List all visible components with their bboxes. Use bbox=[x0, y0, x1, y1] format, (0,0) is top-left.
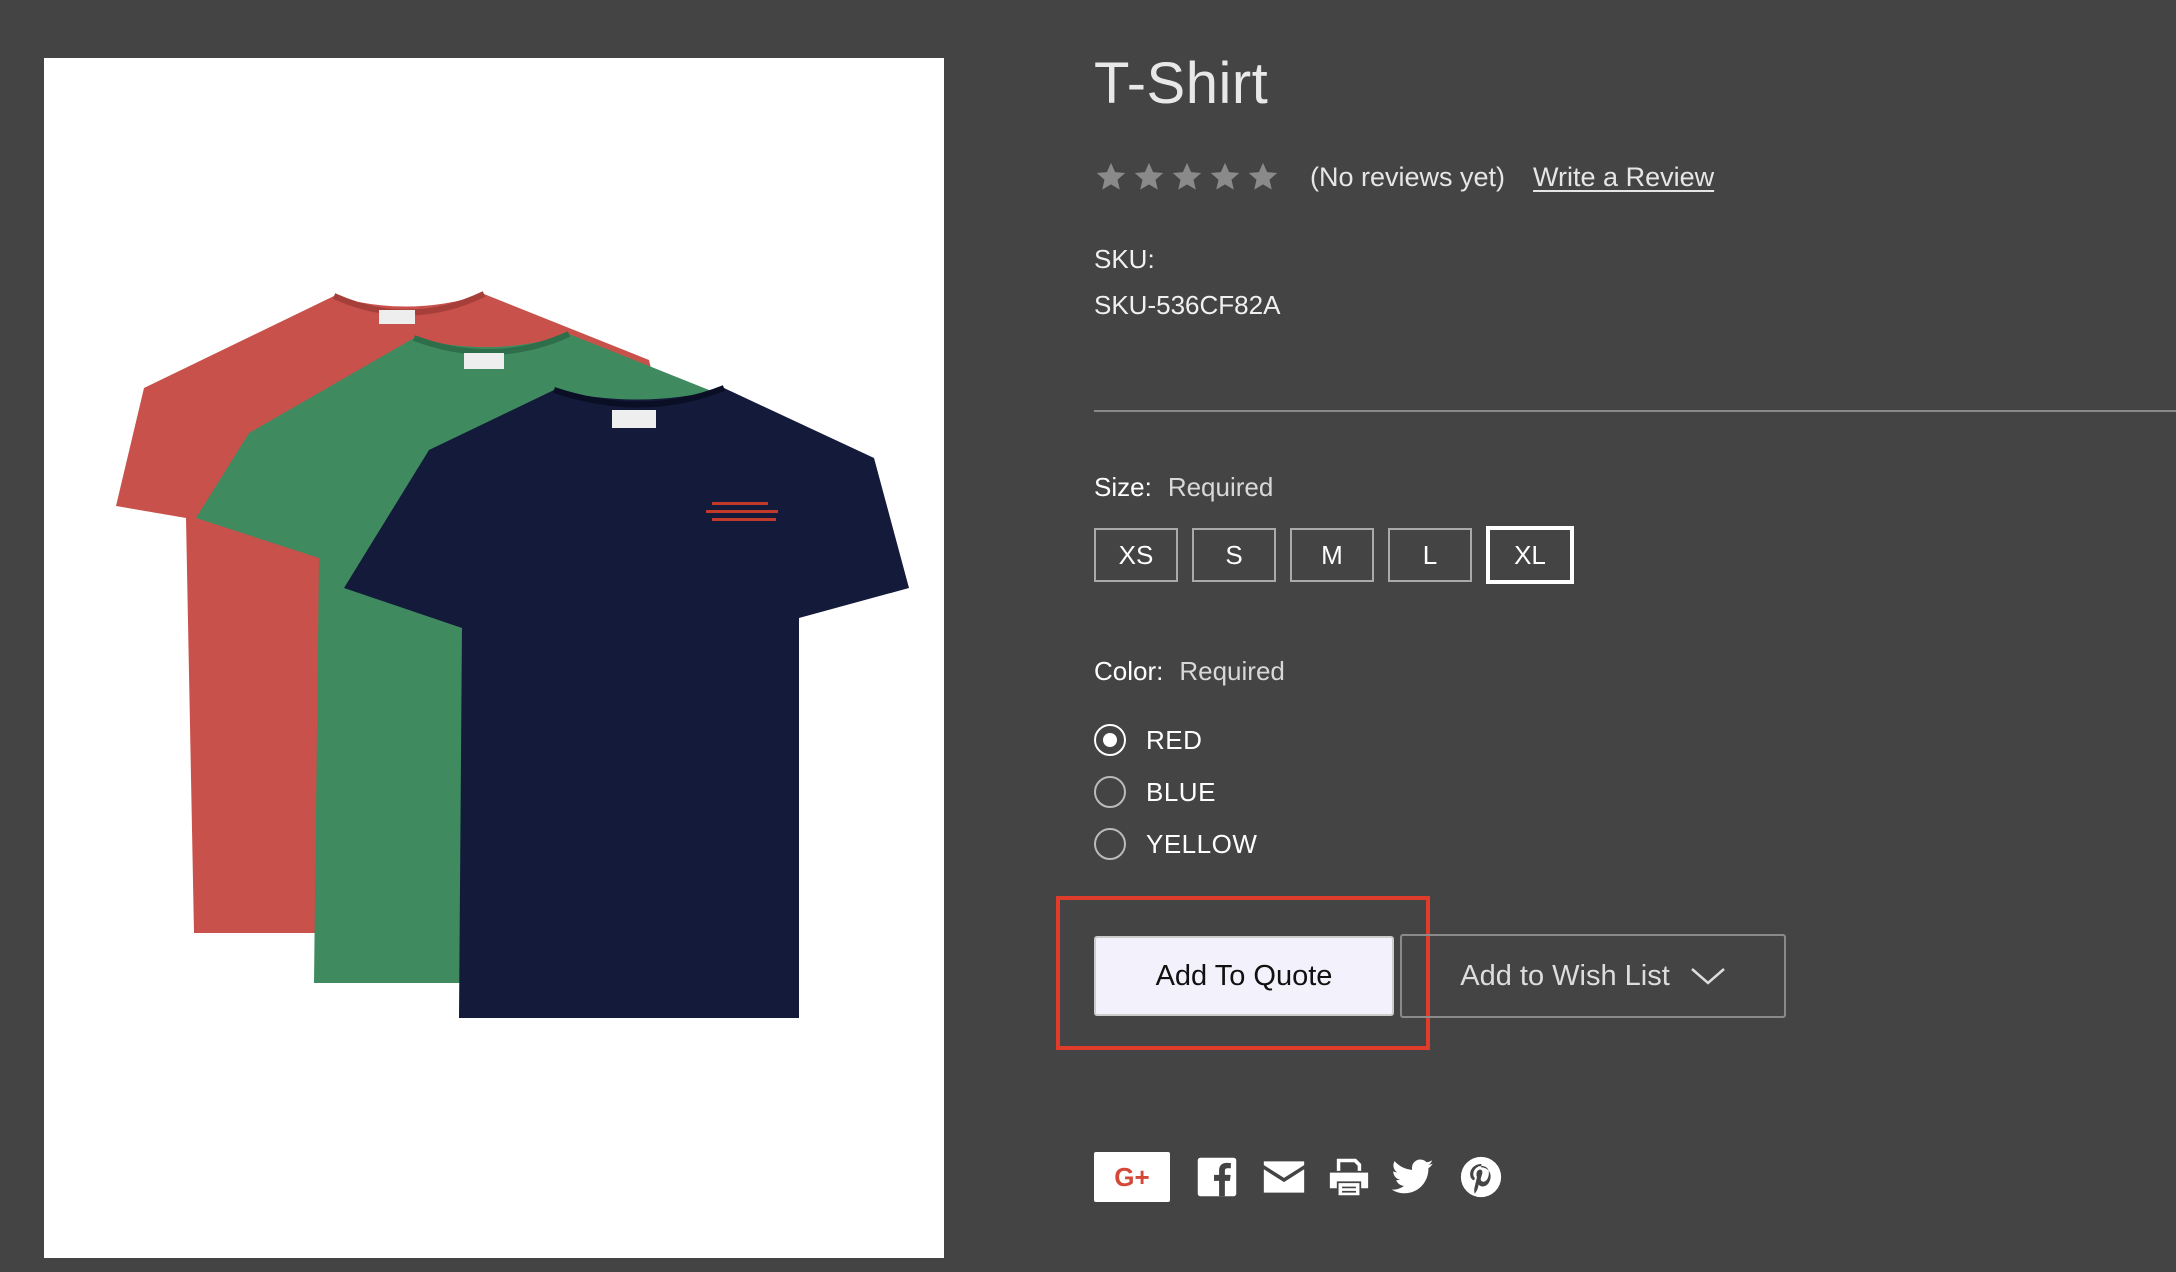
color-option-red[interactable]: RED bbox=[1094, 714, 1257, 766]
facebook-icon[interactable] bbox=[1196, 1156, 1238, 1198]
star-icon bbox=[1134, 162, 1164, 190]
add-to-wishlist-button[interactable]: Add to Wish List bbox=[1400, 934, 1786, 1018]
star-icon bbox=[1210, 162, 1240, 190]
color-option-blue[interactable]: BLUE bbox=[1094, 766, 1257, 818]
color-option-label: YELLOW bbox=[1146, 828, 1258, 859]
size-option-xl[interactable]: XL bbox=[1486, 526, 1574, 584]
size-option-xs[interactable]: XS bbox=[1094, 528, 1178, 582]
color-label-text: Color: bbox=[1094, 656, 1164, 686]
radio-button[interactable] bbox=[1094, 828, 1126, 860]
chevron-down-icon bbox=[1690, 968, 1725, 985]
size-option-s[interactable]: S bbox=[1192, 528, 1276, 582]
size-options: XS S M L XL bbox=[1094, 526, 1574, 584]
size-option-m[interactable]: M bbox=[1290, 528, 1374, 582]
star-icon bbox=[1248, 162, 1278, 190]
size-label: Size: Required bbox=[1094, 472, 1273, 503]
rating-stars bbox=[1094, 160, 1280, 194]
rating-row: (No reviews yet) Write a Review bbox=[1094, 157, 1714, 197]
color-option-label: BLUE bbox=[1146, 776, 1216, 807]
divider bbox=[1094, 410, 2176, 412]
add-to-quote-button[interactable]: Add To Quote bbox=[1094, 936, 1394, 1016]
pinterest-icon[interactable] bbox=[1460, 1156, 1502, 1198]
color-option-label: RED bbox=[1146, 724, 1203, 755]
color-label: Color: Required bbox=[1094, 656, 1285, 687]
twitter-icon[interactable] bbox=[1392, 1159, 1434, 1195]
size-required-text: Required bbox=[1167, 472, 1274, 502]
tshirts-illustration bbox=[116, 291, 909, 1018]
star-icon bbox=[1172, 162, 1202, 190]
share-icons: G+ bbox=[1094, 1152, 1502, 1202]
email-icon[interactable] bbox=[1262, 1159, 1306, 1195]
print-icon[interactable] bbox=[1328, 1157, 1370, 1197]
size-label-text: Size: bbox=[1094, 472, 1152, 502]
write-review-link[interactable]: Write a Review bbox=[1533, 162, 1714, 193]
product-details: T-Shirt (No reviews yet) Write a Review … bbox=[1056, 0, 2176, 1272]
add-to-wishlist-label: Add to Wish List bbox=[1460, 959, 1670, 992]
color-required-text: Required bbox=[1179, 656, 1285, 686]
sku-value: SKU-536CF82A bbox=[1094, 290, 1281, 320]
radio-button[interactable] bbox=[1094, 776, 1126, 808]
no-reviews-text: (No reviews yet) bbox=[1310, 161, 1506, 192]
star-icon bbox=[1096, 162, 1126, 190]
color-options: RED BLUE YELLOW bbox=[1094, 714, 1257, 870]
google-plus-icon[interactable]: G+ bbox=[1094, 1152, 1170, 1202]
size-option-l[interactable]: L bbox=[1388, 528, 1472, 582]
product-image[interactable] bbox=[44, 58, 944, 1258]
radio-button-checked[interactable] bbox=[1094, 724, 1126, 756]
sku-label: SKU: bbox=[1094, 244, 1155, 274]
product-title: T-Shirt bbox=[1094, 51, 1269, 116]
color-option-yellow[interactable]: YELLOW bbox=[1094, 818, 1257, 870]
